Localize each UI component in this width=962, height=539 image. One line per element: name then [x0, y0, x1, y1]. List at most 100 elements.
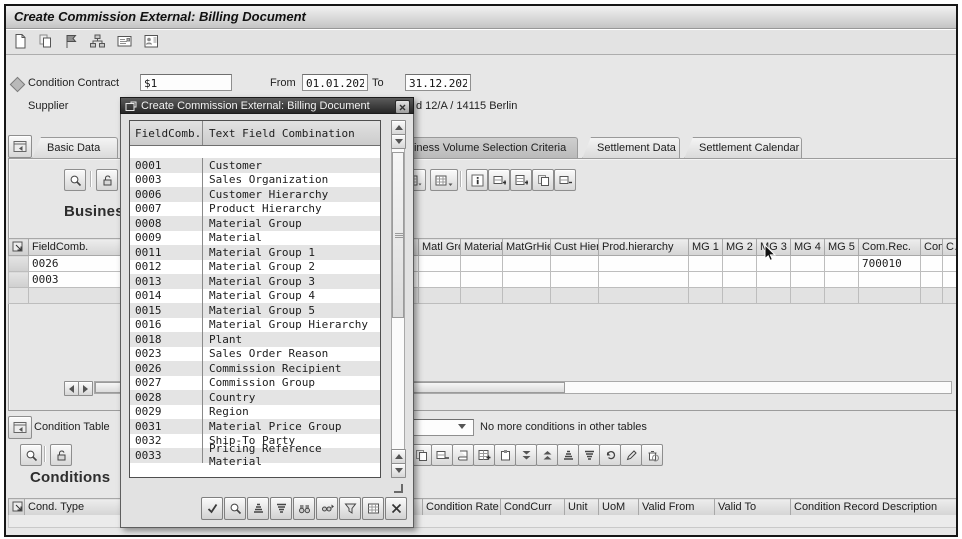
- column-header[interactable]: FieldComb.: [29, 239, 121, 256]
- text-column-header[interactable]: Text Field Combination: [202, 121, 380, 145]
- scroll-down-icon[interactable]: [391, 463, 406, 478]
- row-text[interactable]: Material Group Hierarchy: [202, 318, 380, 333]
- scroll-left-button[interactable]: [64, 381, 79, 396]
- row-code[interactable]: 0018: [130, 333, 202, 346]
- row-text[interactable]: Sales Organization: [202, 173, 380, 188]
- cell[interactable]: [943, 256, 959, 272]
- search-button[interactable]: [20, 444, 42, 466]
- row-code[interactable]: 0033: [130, 449, 202, 462]
- row-code[interactable]: 0023: [130, 347, 202, 360]
- column-header[interactable]: MG 4: [791, 239, 825, 256]
- cell[interactable]: [599, 272, 689, 288]
- row-code[interactable]: 0012: [130, 260, 202, 273]
- tab-settlement-data[interactable]: Settlement Data: [582, 137, 680, 159]
- copy-icon[interactable]: [37, 33, 54, 50]
- row-text[interactable]: Material: [202, 231, 380, 246]
- scroll-up-icon[interactable]: [391, 449, 406, 464]
- row-text[interactable]: Customer Hierarchy: [202, 187, 380, 202]
- column-header[interactable]: Valid From: [639, 499, 715, 516]
- insert-rows-button[interactable]: [510, 169, 532, 191]
- scroll-up-icon[interactable]: [391, 120, 406, 135]
- filter-button[interactable]: [578, 444, 600, 466]
- cell[interactable]: [943, 272, 959, 288]
- cell[interactable]: [757, 272, 791, 288]
- column-header[interactable]: Condition Rate: [423, 499, 501, 516]
- field-combination-row[interactable]: 0016 Material Group Hierarchy: [130, 318, 380, 333]
- cell[interactable]: [461, 272, 503, 288]
- column-header[interactable]: MatGrHier: [503, 239, 551, 256]
- field-combination-row[interactable]: 0007 Product Hierarchy: [130, 202, 380, 217]
- unlock-button[interactable]: [96, 169, 118, 191]
- row-code[interactable]: 0028: [130, 391, 202, 404]
- field-combination-row[interactable]: 0029 Region: [130, 405, 380, 420]
- column-header[interactable]: Matl Group: [419, 239, 461, 256]
- chevron-down-icon[interactable]: [458, 424, 466, 429]
- copy-rows-button[interactable]: [532, 169, 554, 191]
- row-code[interactable]: 0032: [130, 434, 202, 447]
- row-code[interactable]: 0026: [130, 362, 202, 375]
- delete-with-reference-button[interactable]: [641, 444, 663, 466]
- field-combination-row[interactable]: 0027 Commission Group: [130, 376, 380, 391]
- field-combination-row[interactable]: 0018 Plant: [130, 332, 380, 347]
- field-combination-row[interactable]: 0015 Material Group 5: [130, 303, 380, 318]
- collapse-header-button[interactable]: [8, 135, 32, 158]
- column-header[interactable]: Valid To: [715, 499, 791, 516]
- field-combination-row[interactable]: 0011 Material Group 1: [130, 245, 380, 260]
- field-combination-row[interactable]: 0003 Sales Organization: [130, 173, 380, 188]
- column-header[interactable]: C…: [943, 239, 959, 256]
- row-code[interactable]: 0006: [130, 188, 202, 201]
- row-text[interactable]: Material Group 5: [202, 303, 380, 318]
- com-rec-cell[interactable]: 700010: [859, 256, 921, 272]
- undo-button[interactable]: [599, 444, 621, 466]
- resize-handle[interactable]: [394, 484, 403, 493]
- cell[interactable]: [825, 256, 859, 272]
- scrollbar-thumb[interactable]: [392, 152, 404, 318]
- column-header[interactable]: MG 2: [723, 239, 757, 256]
- row-text[interactable]: Country: [202, 390, 380, 405]
- cell[interactable]: [419, 256, 461, 272]
- cell[interactable]: [599, 256, 689, 272]
- cancel-button[interactable]: [385, 497, 407, 520]
- row-code[interactable]: 0029: [130, 405, 202, 418]
- row-text[interactable]: Region: [202, 405, 380, 420]
- select-all-button[interactable]: [9, 499, 25, 516]
- field-combination-row[interactable]: 0009 Material: [130, 231, 380, 246]
- scroll-down-icon[interactable]: [391, 134, 406, 149]
- journal-button[interactable]: [452, 444, 474, 466]
- sort-descending-button[interactable]: [270, 497, 292, 520]
- move-up-button[interactable]: [536, 444, 558, 466]
- row-code[interactable]: 0016: [130, 318, 202, 331]
- search-button[interactable]: [224, 497, 246, 520]
- cell[interactable]: [723, 272, 757, 288]
- find-next-button[interactable]: [316, 497, 338, 520]
- find-binoculars-button[interactable]: [293, 497, 315, 520]
- row-code[interactable]: 0008: [130, 217, 202, 230]
- filter-funnel-button[interactable]: [339, 497, 361, 520]
- cell[interactable]: [921, 272, 943, 288]
- field-combination-row[interactable]: 0006 Customer Hierarchy: [130, 187, 380, 202]
- cell[interactable]: [419, 272, 461, 288]
- column-header[interactable]: Material: [461, 239, 503, 256]
- cell[interactable]: [689, 256, 723, 272]
- insert-with-reference-button[interactable]: [473, 444, 495, 466]
- cell[interactable]: [551, 272, 599, 288]
- row-code[interactable]: 0011: [130, 246, 202, 259]
- new-document-icon[interactable]: [12, 33, 29, 50]
- field-combination-row[interactable]: 0014 Material Group 4: [130, 289, 380, 304]
- cell[interactable]: [825, 272, 859, 288]
- column-header[interactable]: UoM: [599, 499, 639, 516]
- field-combination-row[interactable]: 0008 Material Group: [130, 216, 380, 231]
- column-header[interactable]: Cust Hier: [551, 239, 599, 256]
- unlock-button[interactable]: [50, 444, 72, 466]
- com-rec-cell[interactable]: [859, 272, 921, 288]
- hierarchy-icon[interactable]: [89, 33, 106, 50]
- column-header[interactable]: Prod.hierarchy: [599, 239, 689, 256]
- field-combination-row[interactable]: 0023 Sales Order Reason: [130, 347, 380, 362]
- row-code[interactable]: 0031: [130, 420, 202, 433]
- field-combination-row[interactable]: 0013 Material Group 3: [130, 274, 380, 289]
- close-icon[interactable]: [395, 100, 410, 114]
- business-partner-icon[interactable]: [143, 33, 160, 50]
- row-selector[interactable]: [9, 256, 29, 272]
- column-header[interactable]: Unit: [565, 499, 599, 516]
- row-text[interactable]: Pricing Reference Material: [202, 448, 380, 463]
